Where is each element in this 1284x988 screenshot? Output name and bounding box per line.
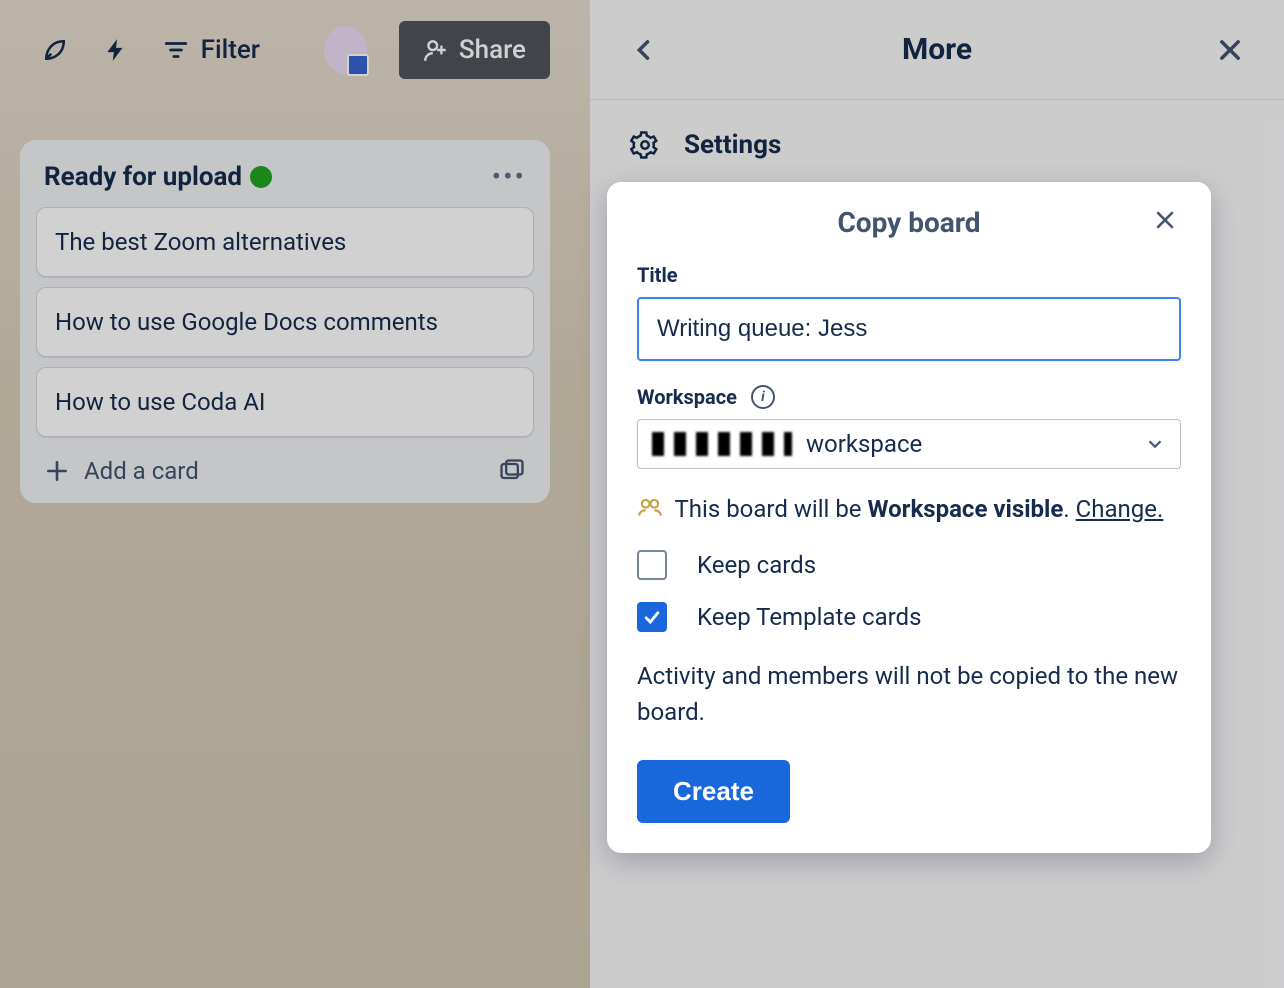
copy-hint-text: Activity and members will not be copied … bbox=[637, 658, 1181, 730]
workspace-field-label: Workspace i bbox=[637, 385, 1181, 409]
create-button[interactable]: Create bbox=[637, 760, 790, 823]
change-visibility-link[interactable]: Change. bbox=[1076, 495, 1164, 523]
modal-title: Copy board bbox=[637, 206, 1181, 239]
dim-overlay bbox=[0, 0, 590, 988]
checkbox-checked-icon bbox=[637, 602, 667, 632]
board-area: Filter Share Ready for upload ••• The be… bbox=[0, 0, 590, 988]
keep-cards-checkbox[interactable]: Keep cards bbox=[637, 550, 1181, 580]
keep-template-cards-checkbox[interactable]: Keep Template cards bbox=[637, 602, 1181, 632]
checkbox-icon bbox=[637, 550, 667, 580]
title-field-label: Title bbox=[637, 263, 1181, 287]
close-icon[interactable] bbox=[1153, 208, 1181, 236]
chevron-down-icon bbox=[1144, 433, 1166, 455]
workspace-logo bbox=[652, 432, 792, 456]
info-icon[interactable]: i bbox=[751, 385, 775, 409]
copy-board-modal: Copy board Title Workspace i workspace T… bbox=[607, 182, 1211, 853]
title-input[interactable] bbox=[637, 297, 1181, 361]
workspace-select[interactable]: workspace bbox=[637, 419, 1181, 469]
visibility-text: This board will be Workspace visible. Ch… bbox=[637, 491, 1181, 528]
